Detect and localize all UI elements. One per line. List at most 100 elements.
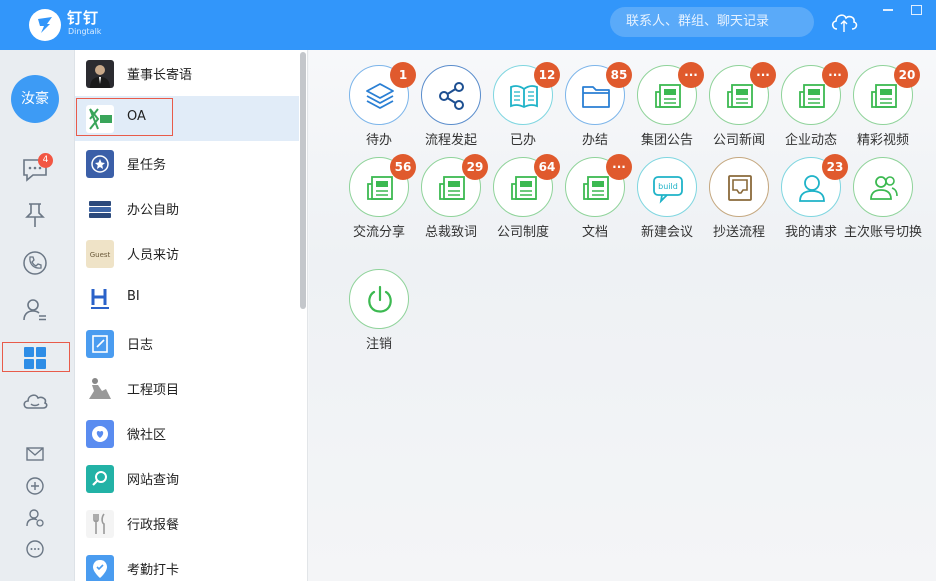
- app-badge: ···: [822, 62, 848, 88]
- app-label: 集团公告: [640, 133, 693, 148]
- app-label: 我的请求: [784, 225, 837, 240]
- cloud-icon[interactable]: [20, 387, 50, 417]
- app-badge: 29: [462, 154, 488, 180]
- attendance-icon: [86, 555, 114, 581]
- app-badge: ···: [678, 62, 704, 88]
- app-badge: 56: [390, 154, 416, 180]
- app-label: 精彩视频: [856, 133, 909, 148]
- list-item-label: 行政报餐: [127, 518, 180, 533]
- oa-selection-highlight: [76, 98, 173, 136]
- meal-icon: [86, 510, 114, 538]
- app-tile-logout[interactable]: 注销: [344, 269, 414, 369]
- app-tile-group-notice[interactable]: ··· 集团公告: [632, 62, 704, 165]
- list-item-label: 微社区: [127, 428, 167, 443]
- pin-icon[interactable]: [20, 200, 50, 230]
- list-item-star-task[interactable]: 星任务: [75, 141, 299, 186]
- search-input[interactable]: 联系人、群组、聊天记录: [610, 7, 814, 37]
- bi-logo-icon: [86, 285, 114, 313]
- app-label: 企业动态: [784, 133, 837, 148]
- avatar[interactable]: 汝豪: [11, 75, 59, 123]
- app-badge: 1: [390, 62, 416, 88]
- app-label: 办结: [581, 133, 608, 148]
- app-tile-enterprise-news[interactable]: ··· 企业动态: [776, 62, 848, 165]
- list-item-web-search[interactable]: 网站查询: [75, 456, 299, 501]
- guest-card-icon: Guest: [86, 240, 114, 268]
- app-badge: 85: [606, 62, 632, 88]
- list-item-label: 日志: [127, 338, 154, 353]
- list-item-label: 董事长寄语: [127, 68, 193, 83]
- app-label: 流程发起: [424, 133, 477, 148]
- app-tile-documents[interactable]: ··· 文档: [560, 154, 632, 257]
- app-tile-done[interactable]: 12 已办: [488, 62, 560, 165]
- list-item-label: 工程项目: [127, 383, 180, 398]
- app-label: 主次账号切换: [843, 225, 922, 240]
- app-tile-finished[interactable]: 85 办结: [560, 62, 632, 165]
- svg-text:Guest: Guest: [90, 251, 111, 259]
- list-item-engineering[interactable]: 工程项目: [75, 366, 299, 411]
- maximize-button[interactable]: [911, 5, 922, 15]
- chat-badge: 4: [38, 153, 53, 168]
- list-item-meal[interactable]: 行政报餐: [75, 501, 299, 546]
- inbox-icon: [709, 157, 769, 217]
- workbench-grid-icon[interactable]: [20, 343, 50, 373]
- app-tile-my-requests[interactable]: 23 我的请求: [776, 154, 848, 257]
- app-tile-todo[interactable]: 1 待办: [344, 62, 416, 165]
- app-label: 抄送流程: [712, 225, 765, 240]
- dingtalk-logo-icon: [29, 9, 61, 41]
- books-icon: [86, 195, 114, 223]
- app-label: 新建会议: [640, 225, 693, 240]
- star-task-icon: [86, 150, 114, 178]
- cloud-upload-icon[interactable]: [829, 8, 859, 36]
- log-icon: [86, 330, 114, 358]
- app-badge: 12: [534, 62, 560, 88]
- app-badge: 20: [894, 62, 920, 88]
- minimize-button[interactable]: [883, 9, 893, 11]
- construction-icon: [86, 375, 114, 403]
- app-label: 公司制度: [496, 225, 549, 240]
- list-item-bi[interactable]: BI: [75, 276, 299, 321]
- app-badge: ···: [606, 154, 632, 180]
- app-label: 注销: [365, 337, 392, 352]
- list-item-label: BI: [127, 289, 140, 304]
- community-icon: [86, 420, 114, 448]
- web-search-icon: [86, 465, 114, 493]
- mail-icon[interactable]: [24, 443, 46, 465]
- app-badge: 64: [534, 154, 560, 180]
- contacts-icon[interactable]: [20, 295, 50, 325]
- app-label: 交流分享: [352, 225, 405, 240]
- list-item-office-help[interactable]: 办公自助: [75, 186, 299, 231]
- app-tile-videos[interactable]: 20 精彩视频: [848, 62, 920, 165]
- add-icon[interactable]: [24, 475, 46, 497]
- list-scrollbar[interactable]: [300, 52, 306, 309]
- app-tile-company-rules[interactable]: 64 公司制度: [488, 154, 560, 257]
- user-settings-icon[interactable]: [24, 507, 46, 529]
- users-icon: [853, 157, 913, 217]
- app-badge: ···: [750, 62, 776, 88]
- app-tile-cc-flow[interactable]: 抄送流程: [704, 157, 774, 257]
- app-tile-switch-account[interactable]: 主次账号切换: [844, 157, 922, 257]
- list-item-visitors[interactable]: Guest 人员来访: [75, 231, 299, 276]
- list-item-log[interactable]: 日志: [75, 321, 299, 366]
- app-tile-start-flow[interactable]: 流程发起: [416, 65, 486, 165]
- list-item-label: 考勤打卡: [127, 563, 180, 578]
- app-badge: 23: [822, 154, 848, 180]
- app-label: 待办: [365, 133, 392, 148]
- app-label: 总裁致词: [424, 225, 477, 240]
- list-item-chairman[interactable]: 董事长寄语: [75, 51, 299, 96]
- list-item-community[interactable]: 微社区: [75, 411, 299, 456]
- app-tile-new-meeting[interactable]: build 新建会议: [632, 157, 702, 257]
- title-bar: 钉钉 Dingtalk 联系人、群组、聊天记录: [0, 0, 936, 50]
- app-tile-company-news[interactable]: ··· 公司新闻: [704, 62, 776, 165]
- app-tile-sharing[interactable]: 56 交流分享: [344, 154, 416, 257]
- share-icon: [421, 65, 481, 125]
- app-label: 公司新闻: [712, 133, 765, 148]
- list-item-attendance[interactable]: 考勤打卡: [75, 546, 299, 581]
- app-tile-president-speech[interactable]: 29 总裁致词: [416, 154, 488, 257]
- more-icon[interactable]: [24, 538, 46, 560]
- phone-icon[interactable]: [20, 248, 50, 278]
- chairman-photo-icon: [86, 60, 114, 88]
- app-subtitle: Dingtalk: [68, 27, 102, 36]
- list-item-label: 星任务: [127, 158, 167, 173]
- nav-rail: 汝豪 4: [0, 50, 75, 581]
- app-list: 董事长寄语 OA 星任务 办公自助 Guest 人员来访 BI 日志 工程项目 …: [75, 50, 308, 581]
